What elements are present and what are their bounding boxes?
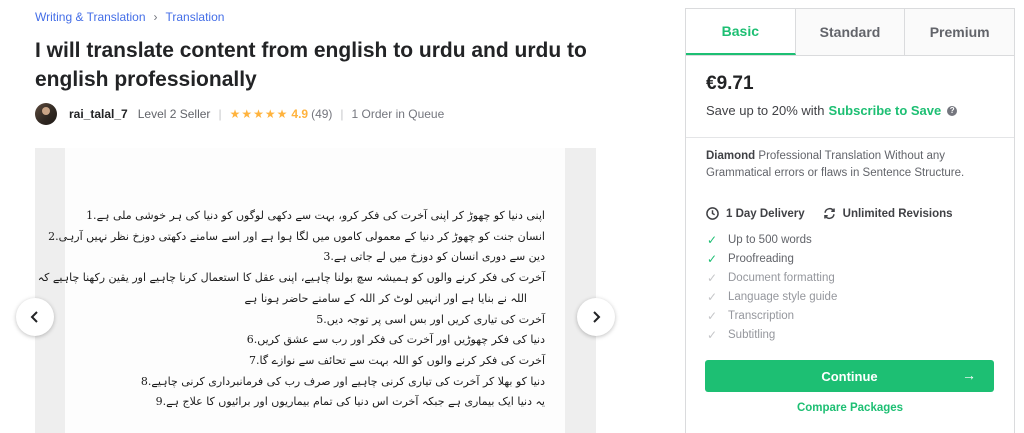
breadcrumb-subcategory-link[interactable]: Translation — [166, 10, 225, 24]
revisions-label: Unlimited Revisions — [842, 207, 953, 220]
tab-premium[interactable]: Premium — [905, 9, 1015, 55]
gallery-slide-image: اپنی دنیا کو چھوڑ کر اپنی آخرت کی فکر کر… — [35, 148, 565, 433]
feature-label: Subtitling — [728, 328, 776, 341]
check-icon: ✓ — [706, 289, 718, 304]
feature-label: Up to 500 words — [728, 233, 812, 246]
check-icon: ✓ — [706, 270, 718, 285]
breadcrumb-category-link[interactable]: Writing & Translation — [35, 10, 146, 24]
subscribe-save-line: Save up to 20% with Subscribe to Save ? — [706, 103, 994, 118]
urdu-line: انسان جنت کو چھوڑ کر دنیا کے معمولی کامو… — [48, 227, 545, 248]
urdu-line: دین سے دوری انسان کو دوزخ میں لے جاتی ہے… — [95, 247, 545, 268]
delivery-time: 1 Day Delivery — [706, 207, 805, 220]
delivery-info: 1 Day Delivery Unlimited Revisions — [706, 207, 953, 220]
subscribe-to-save-link[interactable]: Subscribe to Save — [829, 103, 942, 118]
urdu-line-text: آخرت کی فکر کرنے والوں کو اللہ بہت سے تح… — [259, 353, 546, 367]
chevron-right-icon: › — [153, 10, 158, 24]
check-icon: ✓ — [706, 232, 718, 247]
urdu-text-sample: اپنی دنیا کو چھوڑ کر اپنی آخرت کی فکر کر… — [35, 206, 545, 413]
check-icon: ✓ — [706, 308, 718, 323]
feature-label: Document formatting — [728, 271, 835, 284]
feature-item: ✓ Up to 500 words — [706, 230, 837, 249]
urdu-line-number: 6. — [246, 333, 258, 347]
check-icon: ✓ — [706, 327, 718, 342]
feature-item: ✓ Document formatting — [706, 268, 837, 287]
urdu-line-number: 5. — [316, 312, 327, 326]
star-icon: ★ — [241, 107, 253, 121]
star-icon: ★ — [229, 107, 241, 121]
gallery-next-button[interactable] — [577, 298, 615, 336]
compare-packages-link[interactable]: Compare Packages — [686, 402, 1014, 414]
feature-item: ✓ Subtitling — [706, 325, 837, 344]
gallery-prev-button[interactable] — [16, 298, 54, 336]
breadcrumb: Writing & Translation › Translation — [35, 10, 224, 24]
gig-gallery[interactable]: اپنی دنیا کو چھوڑ کر اپنی آخرت کی فکر کر… — [35, 148, 596, 433]
package-tabs: Basic Standard Premium — [686, 9, 1015, 56]
urdu-line: اللہ نے بنایا ہے اور انہیں لوٹ کر اللہ ک… — [95, 289, 545, 310]
urdu-line-text: آخرت کی تیاری کریں اور بس اسی پر توجہ دی… — [326, 312, 545, 326]
feature-item: ✓ Proofreading — [706, 249, 837, 268]
urdu-line: دنیا کو بھلا کر آخرت کی تیاری کرنی چاہیے… — [95, 372, 545, 393]
arrow-right-icon: → — [962, 367, 976, 383]
rating-score: 4.9 — [291, 107, 309, 121]
seller-level-badge: Level 2 Seller — [137, 107, 211, 121]
urdu-line-text: اللہ نے بنایا ہے اور انہیں لوٹ کر اللہ ک… — [244, 291, 527, 305]
package-name: Diamond — [706, 150, 756, 162]
chevron-left-icon — [30, 311, 38, 323]
urdu-line-number: 2. — [48, 229, 59, 243]
urdu-line-text: آخرت کی فکر کرنے والوں کو ہمیشہ سچ بولنا… — [35, 271, 545, 285]
feature-label: Proofreading — [728, 252, 794, 265]
delivery-label: 1 Day Delivery — [726, 207, 805, 220]
tab-standard[interactable]: Standard — [795, 9, 906, 55]
urdu-line-number: 1. — [86, 209, 97, 222]
urdu-line-text: انسان جنت کو چھوڑ کر دنیا کے معمولی کامو… — [58, 229, 545, 243]
package-price: €9.71 — [706, 73, 754, 94]
feature-label: Language style guide — [728, 290, 838, 303]
feature-item: ✓ Language style guide — [706, 287, 837, 306]
refresh-icon — [823, 207, 835, 220]
package-description: Diamond Professional Translation Without… — [706, 148, 994, 182]
urdu-line-text: یہ دنیا ایک بیماری ہے جبکہ آخرت اس دنیا … — [166, 395, 545, 409]
urdu-line: اپنی دنیا کو چھوڑ کر اپنی آخرت کی فکر کر… — [86, 206, 545, 227]
rating-count-link[interactable]: (49) — [311, 107, 332, 121]
urdu-line-number: 9. — [155, 395, 167, 409]
urdu-line-text: دین سے دوری انسان کو دوزخ میں لے جاتی ہے — [333, 250, 545, 264]
seller-avatar[interactable] — [35, 103, 57, 125]
gig-title: I will translate content from english to… — [35, 39, 587, 91]
package-panel: Basic Standard Premium €9.71 Save up to … — [685, 8, 1015, 433]
question-icon[interactable]: ? — [947, 105, 958, 116]
divider: | — [218, 107, 222, 121]
tab-basic[interactable]: Basic — [686, 9, 796, 55]
feature-label: Transcription — [728, 309, 795, 322]
check-icon: ✓ — [706, 251, 718, 266]
urdu-line-number: 3. — [323, 250, 334, 264]
seller-overview: rai_talal_7 Level 2 Seller | ★ ★ ★ ★ ★ 4.9 (… — [35, 103, 444, 125]
urdu-line: دنیا کی فکر چھوڑیں اور آخرت کی فکر اور ر… — [95, 330, 545, 351]
rating-stars: ★ ★ ★ ★ ★ — [230, 108, 288, 120]
feature-item: ✓ Transcription — [706, 306, 837, 325]
orders-in-queue: 1 Order in Queue — [351, 107, 445, 121]
continue-label: Continue — [821, 368, 878, 384]
revisions: Unlimited Revisions — [823, 207, 953, 220]
seller-name-link[interactable]: rai_talal_7 — [69, 107, 128, 121]
divider — [686, 137, 1014, 138]
feature-list: ✓ Up to 500 words ✓ Proofreading ✓ Document f… — [706, 230, 837, 344]
star-icon: ★ — [253, 107, 264, 121]
urdu-line: آخرت کی فکر کرنے والوں کو ہمیشہ سچ بولنا… — [35, 268, 545, 289]
chevron-right-icon — [593, 311, 601, 323]
star-icon: ★ — [264, 107, 276, 121]
urdu-line: یہ دنیا ایک بیماری ہے جبکہ آخرت اس دنیا … — [95, 392, 545, 413]
urdu-line: آخرت کی تیاری کریں اور بس اسی پر توجہ دی… — [95, 310, 545, 331]
urdu-line-number: 7. — [249, 353, 260, 367]
urdu-line-text: دنیا کو بھلا کر آخرت کی تیاری کرنی چاہیے… — [151, 374, 545, 388]
divider: | — [340, 107, 344, 121]
urdu-line-number: 8. — [140, 374, 152, 388]
urdu-line-text: اپنی دنیا کو چھوڑ کر اپنی آخرت کی فکر کر… — [96, 209, 545, 222]
urdu-line: آخرت کی فکر کرنے والوں کو اللہ بہت سے تح… — [95, 351, 545, 372]
continue-button[interactable]: Continue → — [705, 360, 994, 392]
clock-icon — [706, 207, 719, 220]
save-text: Save up to 20% with — [706, 103, 825, 118]
star-icon: ★ — [276, 107, 288, 121]
urdu-line-text: دنیا کی فکر چھوڑیں اور آخرت کی فکر اور ر… — [257, 333, 545, 347]
